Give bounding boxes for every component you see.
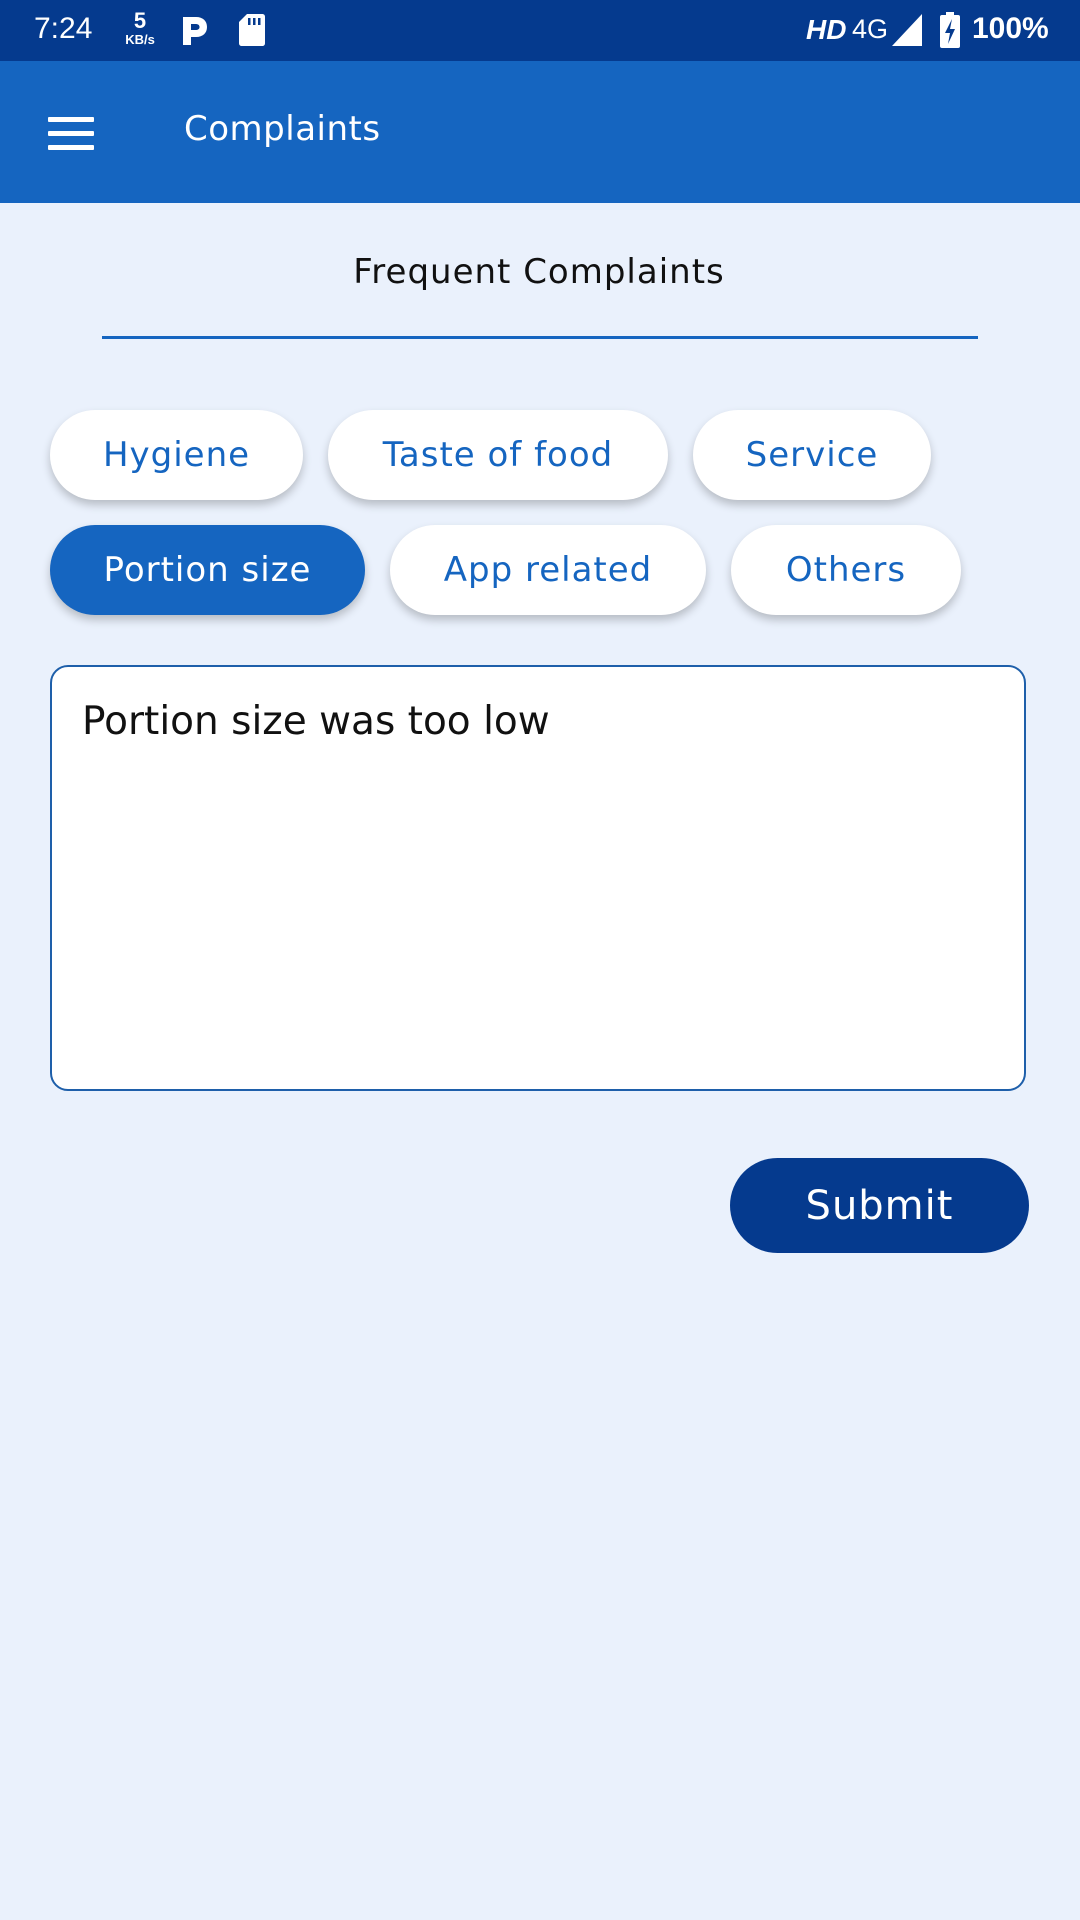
chip-portion-size[interactable]: Portion size — [50, 525, 365, 615]
hd-voice-label: HD — [806, 14, 847, 45]
chip-label: Service — [745, 435, 879, 475]
chip-label: Others — [785, 550, 907, 590]
network-speed-value: 5 — [133, 8, 147, 33]
sd-card-icon — [239, 14, 265, 46]
chip-label: Hygiene — [102, 435, 251, 475]
chip-label: App related — [443, 550, 653, 590]
chip-others[interactable]: Others — [731, 525, 961, 615]
chip-label: Portion size — [103, 550, 312, 590]
cell-signal-icon — [892, 14, 922, 46]
network-type: 4G — [852, 14, 889, 44]
chip-app-related[interactable]: App related — [390, 525, 706, 615]
status-time: 7:24 — [34, 12, 93, 45]
network-speed-unit: KB/s — [125, 32, 155, 47]
section-title: Frequent Complaints — [353, 252, 725, 292]
chip-hygiene[interactable]: Hygiene — [50, 410, 303, 500]
parking-app-icon — [183, 17, 207, 45]
page-title: Complaints — [184, 109, 381, 149]
chip-service[interactable]: Service — [693, 410, 931, 500]
hamburger-menu-icon[interactable] — [36, 103, 106, 163]
battery-charging-icon — [940, 12, 960, 48]
submit-button[interactable]: Submit — [730, 1158, 1029, 1253]
complaint-text-field[interactable]: Portion size was too low — [50, 665, 1026, 1091]
chip-label: Taste of food — [382, 435, 614, 475]
battery-percent: 100% — [972, 12, 1049, 45]
network-speed: 5 KB/s — [120, 8, 160, 47]
section-divider — [102, 336, 978, 339]
chip-taste-of-food[interactable]: Taste of food — [328, 410, 668, 500]
app-bar: Complaints — [0, 61, 1080, 203]
status-bar: 7:24 5 KB/s HD 4G 100% — [0, 0, 1080, 61]
